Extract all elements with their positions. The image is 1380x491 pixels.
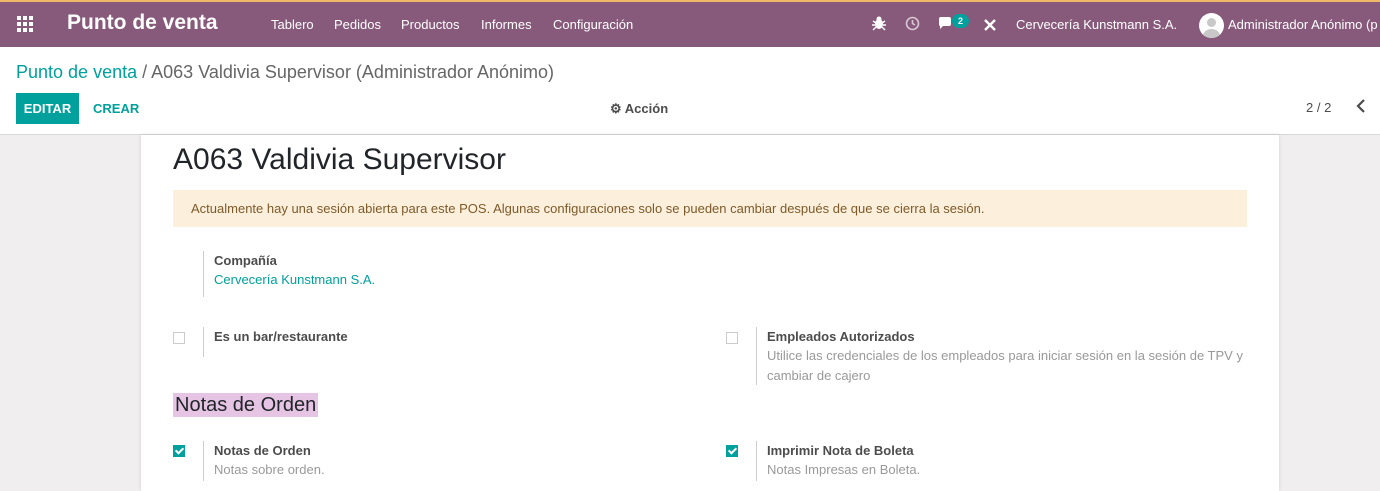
user-menu[interactable]: Administrador Anónimo (p bbox=[1228, 17, 1378, 32]
company-switcher[interactable]: Cervecería Kunstmann S.A. bbox=[1016, 17, 1177, 32]
action-label: Acción bbox=[624, 101, 669, 116]
gear-icon: ⚙ bbox=[610, 101, 622, 116]
order-notes-checkbox[interactable] bbox=[173, 445, 185, 457]
avatar[interactable] bbox=[1199, 13, 1224, 38]
print-receipt-note-help: Notas Impresas en Boleta. bbox=[767, 462, 921, 477]
breadcrumb-root[interactable]: Punto de venta bbox=[16, 62, 137, 82]
print-receipt-note-field: Imprimir Nota de Boleta Notas Impresas e… bbox=[756, 441, 920, 481]
authorized-employees-label: Empleados Autorizados bbox=[767, 329, 915, 344]
authorized-employees-checkbox[interactable] bbox=[726, 332, 738, 344]
chevron-left-icon[interactable] bbox=[1356, 99, 1366, 117]
record-title: A063 Valdivia Supervisor bbox=[173, 143, 506, 176]
company-field: Compañía Cervecería Kunstmann S.A. bbox=[203, 251, 375, 297]
company-label: Compañía bbox=[214, 253, 277, 268]
bar-restaurant-checkbox[interactable] bbox=[173, 332, 185, 344]
order-notes-help: Notas sobre orden. bbox=[214, 462, 325, 477]
messages-count-badge: 2 bbox=[952, 14, 969, 28]
app-title[interactable]: Punto de venta bbox=[67, 11, 218, 35]
menu-informes[interactable]: Informes bbox=[481, 17, 532, 32]
form-sheet: A063 Valdivia Supervisor Actualmente hay… bbox=[141, 135, 1279, 491]
session-open-alert: Actualmente hay una sesión abierta para … bbox=[173, 190, 1247, 227]
action-dropdown[interactable]: ⚙ Acción bbox=[610, 101, 668, 117]
order-notes-field: Notas de Orden Notas sobre orden. bbox=[203, 441, 325, 481]
authorized-employees-field: Empleados Autorizados Utilice las creden… bbox=[756, 327, 1247, 385]
breadcrumb-separator: / bbox=[142, 62, 148, 82]
breadcrumb: Punto de venta / A063 Valdivia Superviso… bbox=[16, 62, 554, 83]
section-title-order-notes: Notas de Orden bbox=[173, 393, 319, 417]
menu-tablero[interactable]: Tablero bbox=[271, 17, 314, 32]
bar-restaurant-field: Es un bar/restaurante bbox=[203, 327, 348, 357]
control-panel: Punto de venta / A063 Valdivia Superviso… bbox=[0, 47, 1380, 135]
print-receipt-note-checkbox[interactable] bbox=[726, 445, 738, 457]
bar-restaurant-label: Es un bar/restaurante bbox=[214, 329, 348, 344]
close-tools-icon[interactable] bbox=[983, 18, 997, 37]
clock-icon[interactable] bbox=[905, 16, 920, 36]
top-navbar: Punto de venta Tablero Pedidos Productos… bbox=[0, 0, 1380, 47]
bug-icon[interactable] bbox=[872, 15, 886, 36]
menu-productos[interactable]: Productos bbox=[401, 17, 460, 32]
menu-configuracion[interactable]: Configuración bbox=[553, 17, 633, 32]
breadcrumb-current: A063 Valdivia Supervisor (Administrador … bbox=[151, 62, 555, 82]
order-notes-label: Notas de Orden bbox=[214, 443, 311, 458]
edit-button[interactable]: EDITAR bbox=[16, 93, 79, 124]
apps-grid-icon[interactable] bbox=[17, 16, 34, 33]
authorized-employees-help: Utilice las credenciales de los empleado… bbox=[767, 348, 1243, 383]
menu-pedidos[interactable]: Pedidos bbox=[334, 17, 381, 32]
create-button[interactable]: CREAR bbox=[93, 101, 139, 116]
company-value-link[interactable]: Cervecería Kunstmann S.A. bbox=[214, 270, 375, 289]
pager-value[interactable]: 2 / 2 bbox=[1306, 100, 1331, 115]
print-receipt-note-label: Imprimir Nota de Boleta bbox=[767, 443, 914, 458]
